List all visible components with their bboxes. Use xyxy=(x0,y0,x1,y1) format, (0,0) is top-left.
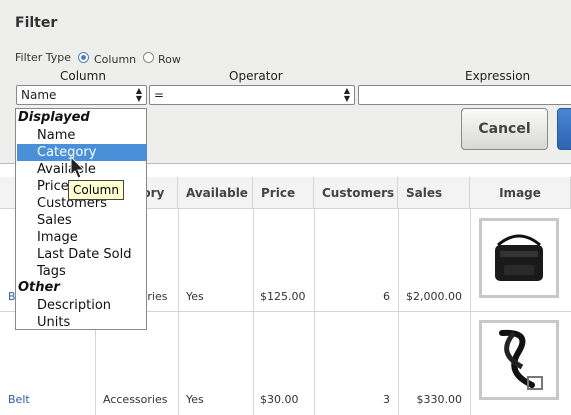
customers-cell: 3 xyxy=(383,393,390,406)
dropdown-item-sales[interactable]: Sales xyxy=(17,212,147,229)
mouse-cursor-icon xyxy=(70,156,86,179)
dropdown-item-units[interactable]: Units xyxy=(17,314,147,331)
updown-arrows-icon: ▲ ▼ xyxy=(135,86,142,103)
column-divider xyxy=(253,209,254,415)
price-cell: $30.00 xyxy=(260,393,299,406)
tooltip: Column xyxy=(68,180,124,200)
dropdown-group-displayed: Displayed xyxy=(18,110,90,125)
table-header-price[interactable]: Price xyxy=(253,177,314,209)
operator-header: Operator xyxy=(229,69,283,83)
table-header-available[interactable]: Available xyxy=(178,177,253,209)
table-header-image[interactable]: Image xyxy=(470,177,571,209)
belt-image[interactable] xyxy=(479,320,559,400)
available-cell: Yes xyxy=(186,393,204,406)
column-divider xyxy=(314,209,315,415)
filter-type-label: Filter Type xyxy=(15,51,72,64)
column-select[interactable]: Name ▲ ▼ xyxy=(16,85,147,105)
filter-type-column-radio[interactable] xyxy=(78,52,89,63)
filter-type-row-label[interactable]: Row xyxy=(158,53,181,66)
category-cell: Accessories xyxy=(103,393,168,406)
cancel-button[interactable]: Cancel xyxy=(461,108,548,150)
sales-cell: $330.00 xyxy=(416,393,463,406)
column-divider xyxy=(470,209,471,415)
bag-icon xyxy=(495,234,543,281)
updown-arrows-icon: ▲ ▼ xyxy=(343,86,350,103)
dropdown-item-tags[interactable]: Tags xyxy=(17,263,147,280)
bag-image[interactable] xyxy=(479,218,559,298)
operator-select-value: = xyxy=(154,88,165,102)
product-name-link[interactable]: Belt xyxy=(8,393,30,406)
dropdown-item-last-date-sold[interactable]: Last Date Sold xyxy=(17,246,147,263)
available-cell: Yes xyxy=(186,290,204,303)
column-select-value: Name xyxy=(21,88,57,102)
filter-type-column-label[interactable]: Column xyxy=(94,53,136,66)
table-header-sales[interactable]: Sales xyxy=(398,177,470,209)
expression-input[interactable] xyxy=(358,85,571,105)
column-header: Column xyxy=(60,69,106,83)
table-header-customers[interactable]: Customers xyxy=(314,177,398,209)
belt-icon xyxy=(499,329,543,390)
dropdown-group-other: Other xyxy=(18,280,60,295)
price-cell: $125.00 xyxy=(260,290,306,303)
dropdown-item-description[interactable]: Description xyxy=(17,297,147,314)
column-divider xyxy=(398,209,399,415)
dropdown-item-image[interactable]: Image xyxy=(17,229,147,246)
filter-type-row-radio[interactable] xyxy=(143,52,154,63)
filter-title: Filter xyxy=(15,15,58,31)
sales-cell: $2,000.00 xyxy=(406,290,462,303)
operator-select[interactable]: = ▲ ▼ xyxy=(149,85,355,105)
ok-button[interactable] xyxy=(557,108,571,150)
column-dropdown-menu[interactable]: Displayed Name Category Available Price … xyxy=(15,108,147,330)
column-divider xyxy=(178,209,179,415)
customers-cell: 6 xyxy=(383,290,390,303)
expression-header: Expression xyxy=(465,69,531,83)
dropdown-item-name[interactable]: Name xyxy=(17,127,147,144)
